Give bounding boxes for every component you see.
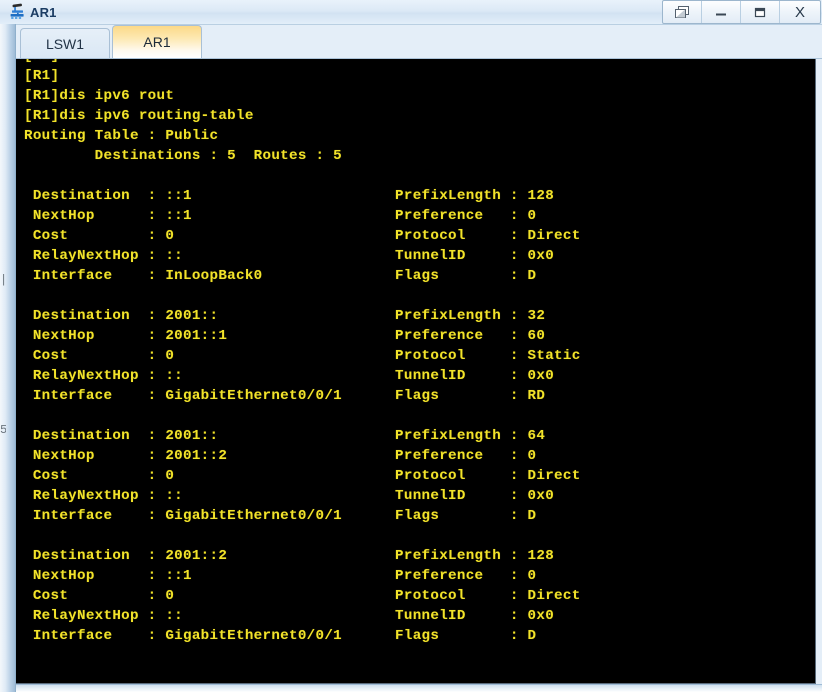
close-button[interactable]: X [780,1,820,23]
terminal-screen[interactable]: [R1] [R1] [R1]dis ipv6 rout [R1]dis ipv6… [18,59,813,681]
terminal-output: [R1] [R1] [R1]dis ipv6 rout [R1]dis ipv6… [24,59,581,644]
terminal-frame: [R1] [R1] [R1]dis ipv6 rout [R1]dis ipv6… [15,59,816,684]
terminal-container: [R1] [R1] [R1]dis ipv6 rout [R1]dis ipv6… [0,59,822,692]
tab-label: LSW1 [45,35,85,52]
restore-windows-icon [675,6,689,18]
restore-button[interactable] [663,1,702,23]
title-bar: AR1 X [0,0,822,25]
tab-lsw1[interactable]: LSW1 [20,28,110,58]
tab-ar1[interactable]: AR1 [112,25,202,58]
router-icon [10,3,24,19]
close-icon: X [794,3,805,21]
window-bottom-bevel [0,684,822,692]
maximize-icon [754,7,766,17]
maximize-button[interactable] [741,1,780,23]
device-tab-strip: LSW1 AR1 [0,25,822,59]
window-title: AR1 [30,4,57,20]
ar1-console-window: AR1 X LSW1 AR1 [R1] [R1]dis ipv6 rout [R… [0,0,822,692]
minimize-button[interactable] [702,1,741,23]
tab-label: AR1 [143,34,171,50]
window-controls: X [662,0,821,24]
minimize-icon [716,13,726,16]
